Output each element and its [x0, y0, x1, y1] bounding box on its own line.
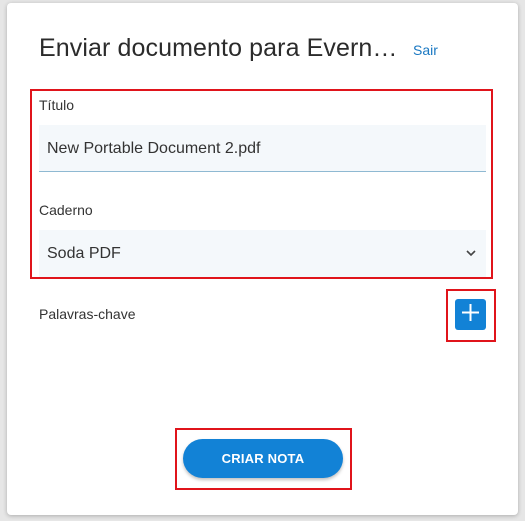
dialog-title: Enviar documento para Evern… — [39, 34, 398, 62]
title-input[interactable]: New Portable Document 2.pdf — [39, 125, 486, 172]
exit-link[interactable]: Sair — [413, 42, 438, 58]
send-to-evernote-dialog: Enviar documento para Evern… Sair Título… — [7, 3, 518, 515]
chevron-down-icon — [466, 230, 476, 277]
notebook-selected-value: Soda PDF — [47, 245, 121, 262]
title-label: Título — [39, 97, 75, 113]
tags-label: Palavras-chave — [39, 306, 136, 322]
add-tag-button[interactable] — [455, 299, 486, 330]
notebook-select[interactable]: Soda PDF — [39, 230, 486, 277]
create-note-button[interactable]: CRIAR NOTA — [183, 439, 343, 478]
plus-icon — [462, 303, 479, 326]
notebook-label: Caderno — [39, 202, 93, 218]
